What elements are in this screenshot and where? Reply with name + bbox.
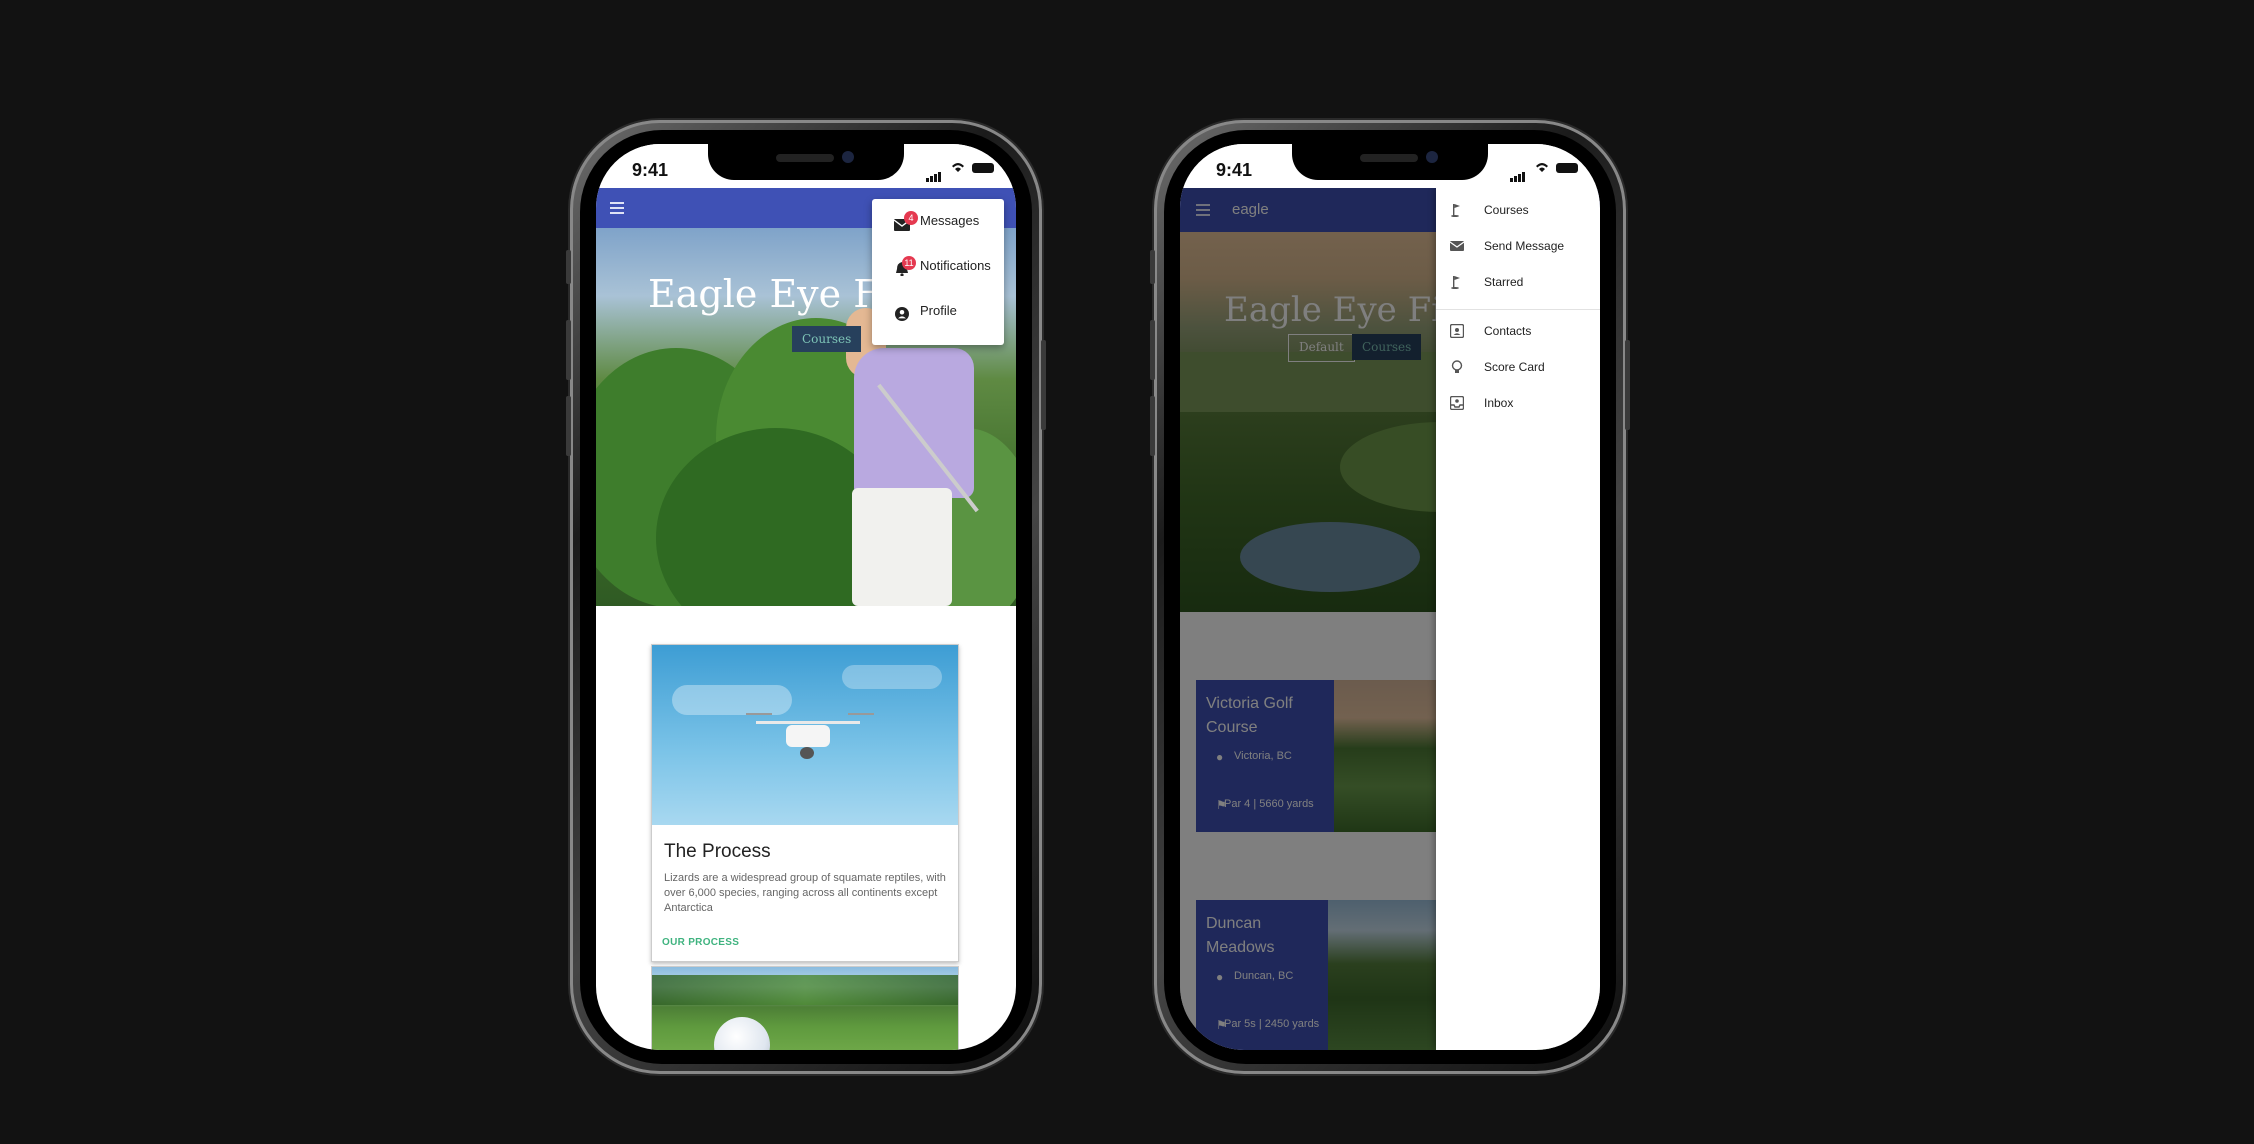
menu-item-messages[interactable]: 4 Messages [872, 203, 1004, 243]
drawer-item-label: Send Message [1484, 239, 1565, 253]
menu-item-profile[interactable]: Profile [872, 293, 1004, 333]
menu-item-notifications[interactable]: 11 Notifications [872, 248, 1004, 288]
phone-screen-right: 9:41 eagle Eagle Eye Fil Default Courses… [1180, 144, 1600, 1050]
process-card: The Process Lizards are a widespread gro… [651, 644, 959, 962]
lightbulb-icon [1451, 360, 1463, 373]
menu-item-label: Notifications [920, 258, 991, 273]
messages-badge: 4 [904, 211, 918, 225]
signal-icon [926, 164, 942, 182]
drawer-divider [1436, 309, 1600, 310]
courses-button[interactable]: Courses [792, 326, 862, 352]
notch [1292, 144, 1488, 180]
volume-up-button [1150, 320, 1155, 380]
our-process-link[interactable]: OUR PROCESS [662, 937, 739, 948]
menu-icon[interactable] [610, 202, 624, 217]
drawer-item-label: Courses [1484, 203, 1529, 217]
phone-frame-left: 9:41 Eagle Eye Fil Courses 4 Messages 11… [566, 120, 1046, 1074]
golfer-image [854, 348, 974, 498]
notifications-badge: 11 [902, 256, 916, 270]
drawer-item-courses[interactable]: Courses [1436, 192, 1600, 228]
menu-item-label: Profile [920, 303, 957, 318]
drawer-item-label: Contacts [1484, 324, 1532, 338]
battery-icon [972, 163, 994, 173]
hero-title: Eagle Eye Fil [648, 272, 904, 316]
golf-ball-image [714, 1017, 770, 1050]
wifi-icon [952, 163, 964, 172]
card-title: The Process [664, 841, 771, 862]
power-button [1041, 340, 1046, 430]
volume-down-button [566, 396, 571, 456]
signal-icon [1510, 164, 1526, 182]
mute-switch [1150, 250, 1155, 284]
volume-down-button [1150, 396, 1155, 456]
navigation-drawer: Courses Send Message Starred Contacts Sc… [1436, 188, 1600, 1050]
menu-item-label: Messages [920, 213, 980, 228]
account-dropdown-menu: 4 Messages 11 Notifications Profile [872, 199, 1004, 345]
golf-ball-card [651, 966, 959, 1050]
drawer-item-starred[interactable]: Starred [1436, 264, 1600, 300]
drawer-item-score-card[interactable]: Score Card [1436, 349, 1600, 385]
card-text: Lizards are a widespread group of squama… [664, 872, 946, 914]
status-time: 9:41 [1216, 160, 1253, 180]
golf-flag-icon [1451, 204, 1460, 217]
battery-icon [1556, 163, 1578, 173]
drawer-item-inbox[interactable]: Inbox [1436, 385, 1600, 421]
phone-screen-left: 9:41 Eagle Eye Fil Courses 4 Messages 11… [596, 144, 1016, 1050]
contacts-icon [1450, 324, 1464, 338]
drawer-item-send-message[interactable]: Send Message [1436, 228, 1600, 264]
drawer-item-label: Inbox [1484, 396, 1514, 410]
volume-up-button [566, 320, 571, 380]
status-time: 9:41 [632, 160, 669, 180]
drawer-item-label: Score Card [1484, 360, 1545, 374]
drone-image [652, 645, 958, 825]
account-circle-icon [895, 307, 909, 321]
drawer-item-contacts[interactable]: Contacts [1436, 313, 1600, 349]
mute-switch [566, 250, 571, 284]
golf-flag-icon [1451, 276, 1460, 289]
notch [708, 144, 904, 180]
wifi-icon [1536, 163, 1548, 172]
power-button [1625, 340, 1630, 430]
mail-icon [1450, 241, 1464, 251]
drawer-item-label: Starred [1484, 275, 1524, 289]
inbox-icon [1450, 396, 1464, 410]
phone-frame-right: 9:41 eagle Eagle Eye Fil Default Courses… [1150, 120, 1630, 1074]
